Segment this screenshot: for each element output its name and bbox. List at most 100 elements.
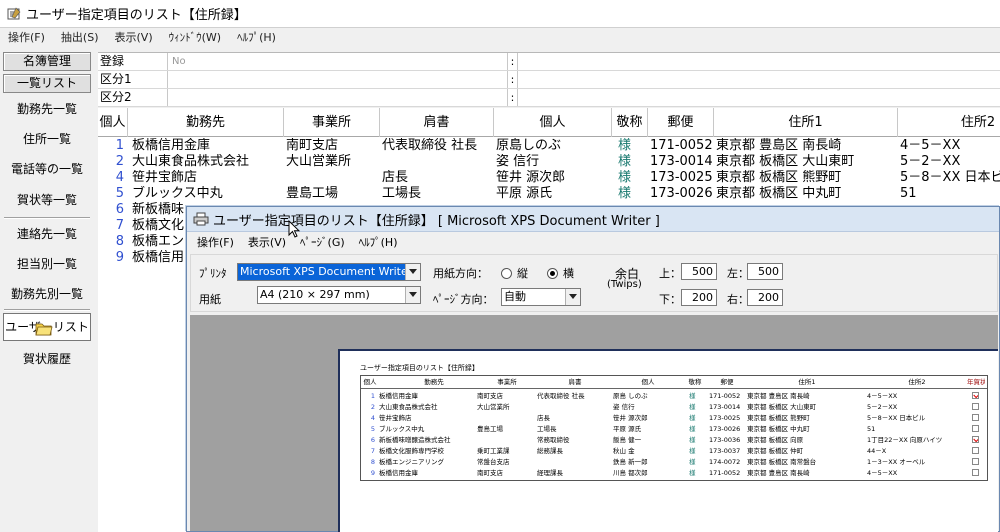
cell-name: 姿 信行: [496, 154, 540, 169]
col-header-title[interactable]: 肩書: [380, 108, 494, 137]
preview-cell-office: 豊島工場: [477, 425, 503, 433]
checkbox-icon: [972, 469, 979, 476]
preview-header: 個人 勤務先 事業所 肩書 個人 敬称 郵便 住所1 住所2 年賀状: [361, 376, 987, 389]
col-header-zip[interactable]: 郵便: [648, 108, 714, 137]
preview-col-address2: 住所2: [908, 378, 926, 386]
chevron-down-icon[interactable]: [405, 264, 420, 280]
sidebar-item-renraku[interactable]: 連絡先一覧: [3, 220, 91, 248]
preview-cell-zip: 173-0036: [709, 436, 741, 444]
preview-canvas[interactable]: ユーザー指定項目のリスト【住所録】 個人 勤務先 事業所 肩書 個人 敬称 郵便…: [190, 315, 998, 532]
cell-office: [286, 170, 378, 186]
menu-help[interactable]: ﾍﾙﾌﾟ(H): [237, 29, 276, 45]
sidebar-divider: [4, 309, 90, 311]
cell-office: 南町支店: [286, 138, 339, 153]
checkbox-icon: [972, 447, 979, 454]
sidebar-item-user-list[interactable]: ユーザーリスト: [3, 313, 91, 341]
preview-cell-office: 乗町工業課: [477, 447, 510, 455]
preview-cell-company: 新板橋味噌醸造株式会社: [379, 436, 451, 444]
page-direction-select[interactable]: 自動: [501, 288, 581, 306]
print-menu-view[interactable]: 表示(V): [248, 234, 286, 250]
table-row[interactable]: 5 ブルックス中丸 豊島工場 工場長 平原 源氏 様 173-0026 東京都 板橋区 中丸町…: [98, 186, 1000, 202]
menu-window[interactable]: ｳｨﾝﾄﾞｳ(W): [169, 29, 221, 45]
filter-value[interactable]: [170, 89, 508, 106]
filter-row[interactable]: 区分2 :: [98, 89, 1000, 107]
table-row[interactable]: 4 笹井宝飾店 店長 笹井 源次郎 様 173-0025 東京都 板橋区 熊野町 5－8－XX…: [98, 170, 1000, 186]
margin-top-input[interactable]: 500: [681, 263, 717, 280]
sidebar-item-tanto[interactable]: 担当別一覧: [3, 250, 91, 278]
preview-cell-name: 平原 源氏: [613, 425, 642, 433]
menu-operation[interactable]: 操作(F): [8, 29, 45, 45]
preview-title: ユーザー指定項目のリスト【住所録】: [360, 364, 479, 372]
preview-cell-addr2: 4－5－XX: [867, 469, 898, 477]
row-no: 1: [115, 138, 124, 153]
margin-right-input[interactable]: 200: [747, 289, 783, 306]
filter-row[interactable]: 区分1 :: [98, 71, 1000, 89]
sidebar-item-gajo[interactable]: 賀状等一覧: [3, 186, 91, 214]
col-header-address2[interactable]: 住所2: [898, 108, 1000, 137]
col-header-address1[interactable]: 住所1: [714, 108, 898, 137]
cell-zip: 173-0026: [650, 186, 712, 201]
filter-value[interactable]: No: [170, 53, 508, 70]
cell-name: 原島しのぶ: [496, 138, 562, 153]
sidebar-item-jusho[interactable]: 住所一覧: [3, 125, 91, 153]
margin-left-input[interactable]: 500: [747, 263, 783, 280]
preview-cell-addr2: 44－X: [867, 447, 887, 455]
filter-grid: 登録 No : 区分1 : 区分2 :: [98, 52, 1000, 107]
margin-bottom-input[interactable]: 200: [681, 289, 717, 306]
print-menu-page[interactable]: ﾍﾟｰｼﾞ(G): [300, 234, 345, 250]
sidebar-item-kinmusaki-betsu[interactable]: 勤務先別一覧: [3, 280, 91, 308]
margin-right-label: 右：: [727, 293, 749, 306]
app-window: ユーザー指定項目のリスト【住所録】 操作(F) 抽出(S) 表示(V) ｳｨﾝﾄ…: [0, 0, 1000, 532]
filter-row[interactable]: 登録 No :: [98, 53, 1000, 71]
preview-cell-addr1: 東京都 板橋区 熊野町: [747, 414, 810, 422]
margin-bottom-label: 下：: [659, 293, 681, 306]
preview-cell-addr1: 東京都 板橋区 中丸町: [747, 425, 810, 433]
col-header-office[interactable]: 事業所: [284, 108, 380, 137]
orientation-portrait-radio[interactable]: [501, 268, 512, 279]
cell-company: 笹井宝飾店: [132, 170, 198, 185]
print-menu-operation[interactable]: 操作(F): [197, 234, 234, 250]
row-no: 9: [115, 250, 124, 265]
preview-cell-no: 5: [370, 425, 375, 433]
col-header-name[interactable]: 個人: [494, 108, 612, 137]
preview-cell-addr1: 東京都 板橋区 向原: [747, 436, 804, 444]
chevron-down-icon[interactable]: [565, 289, 580, 305]
cell-address2: 5－8－XX 日本ビ: [900, 170, 1000, 185]
checked-checkbox-icon: [972, 436, 979, 443]
page-direction-label: ﾍﾟｰｼﾞ方向：: [433, 293, 494, 306]
preview-cell-company: ブルックス中丸: [379, 425, 425, 433]
print-menu-help[interactable]: ﾍﾙﾌﾟ(H): [359, 234, 398, 250]
col-header-no[interactable]: 個人: [98, 108, 128, 137]
preview-cell-office: 大山営業所: [477, 403, 510, 411]
filter-value[interactable]: [170, 71, 508, 88]
sidebar-item-gajo-rireki[interactable]: 賀状履歴: [3, 345, 91, 373]
cell-title: 店長: [382, 170, 409, 185]
preview-cell-addr1: 東京都 板橋区 仲町: [747, 447, 804, 455]
preview-cell-title: 工場長: [537, 425, 557, 433]
printer-select[interactable]: Microsoft XPS Document Writer: [237, 263, 421, 281]
table-row[interactable]: 1 板橋信用金庫 南町支店 代表取締役 社長 原島しのぶ 様 171-0052 東京都 豊島区…: [98, 138, 1000, 154]
preview-col-no: 個人: [363, 378, 377, 386]
preview-col-address1: 住所1: [798, 378, 816, 386]
preview-cell-no: 6: [370, 436, 375, 444]
paper-label: 用紙: [199, 293, 221, 306]
menu-view[interactable]: 表示(V): [115, 29, 153, 45]
orientation-landscape-radio[interactable]: [547, 268, 558, 279]
sidebar-divider: [4, 217, 90, 219]
col-header-honorific[interactable]: 敬称: [612, 108, 648, 137]
col-header-company[interactable]: 勤務先: [128, 108, 284, 137]
sidebar-item-kinmusaki[interactable]: 勤務先一覧: [3, 95, 91, 123]
chevron-down-icon[interactable]: [405, 287, 420, 303]
preview-col-company: 勤務先: [424, 378, 444, 386]
sidebar-item-denwa[interactable]: 電話等の一覧: [3, 155, 91, 183]
tab-ichiran-list[interactable]: 一覧リスト: [3, 74, 91, 93]
checkbox-icon: [972, 425, 979, 432]
preview-row: 5 ブルックス中丸 豊島工場 工場長 平原 源氏 様 173-0026 東京都 板橋区 中丸町…: [361, 424, 987, 434]
cell-address2: 4－5－XX: [900, 138, 961, 153]
paper-select[interactable]: A4 (210 × 297 mm): [257, 286, 421, 304]
menu-extract[interactable]: 抽出(S): [61, 29, 99, 45]
preview-cell-hon: 様: [689, 458, 696, 466]
table-row[interactable]: 2 大山東食品株式会社 大山営業所 姿 信行 様 173-0014 東京都 板橋区 大山東町…: [98, 154, 1000, 170]
preview-col-name: 個人: [641, 378, 655, 386]
tab-meibo-kanri[interactable]: 名簿管理: [3, 52, 91, 71]
